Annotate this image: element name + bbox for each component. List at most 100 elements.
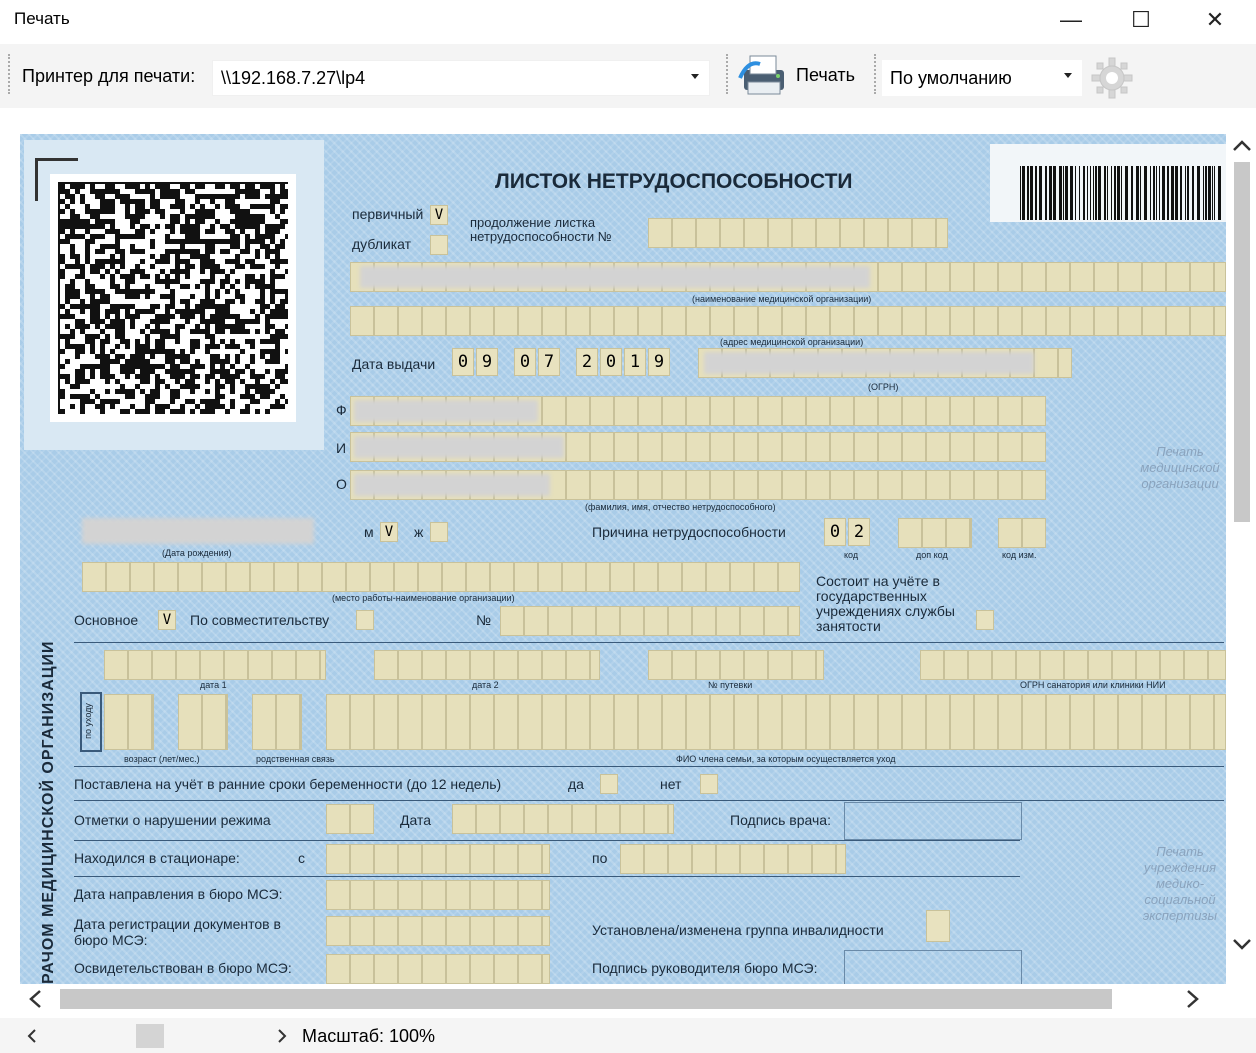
- barcode-panel: [990, 144, 1226, 222]
- continuation-label: продолжение листка нетрудоспособности №: [470, 215, 612, 244]
- issue-date-digit: 0: [452, 348, 474, 376]
- form-title: ЛИСТОК НЕТРУДОСПОСОБНОСТИ: [495, 170, 853, 193]
- redacted-text: [354, 436, 564, 458]
- toolbar-grip[interactable]: [8, 54, 13, 94]
- close-button[interactable]: ✕: [1180, 0, 1250, 40]
- toolbar-grip[interactable]: [874, 54, 879, 94]
- reason-digit: 2: [848, 518, 870, 546]
- maximize-icon: ☐: [1131, 7, 1151, 32]
- violation-date-label: Дата: [400, 812, 432, 828]
- chevron-up-icon[interactable]: [1228, 130, 1256, 160]
- mse-registration-field: [326, 916, 550, 946]
- chevron-left-icon[interactable]: [20, 1024, 44, 1048]
- part-time-label: По совместительству: [190, 612, 330, 628]
- vertical-scrollbar[interactable]: [1228, 130, 1256, 960]
- redacted-birthdate: [82, 518, 314, 544]
- vertical-scroll-thumb[interactable]: [1234, 162, 1250, 522]
- print-preset-select[interactable]: По умолчанию: [882, 60, 1082, 96]
- print-button[interactable]: Печать: [738, 50, 868, 100]
- mse-head-sign-field: [844, 950, 1022, 984]
- horizontal-scroll-thumb[interactable]: [60, 989, 1112, 1009]
- primary-label: первичный: [352, 206, 424, 222]
- hospital-from-label: с: [298, 850, 305, 866]
- care-box: по уходу: [80, 692, 102, 752]
- issue-date-digit: 9: [648, 348, 670, 376]
- mse-direction-field: [326, 880, 550, 910]
- redacted-text: [354, 474, 550, 496]
- stamp-mse: Печать учреждения медико-социальной эксп…: [1142, 844, 1218, 923]
- divider: [74, 800, 1224, 801]
- chevron-down-icon[interactable]: [1228, 930, 1256, 960]
- violation-date-field: [452, 804, 674, 834]
- male-checkbox: V: [380, 522, 398, 542]
- date1-caption: дата 1: [200, 680, 227, 690]
- sanatorium-caption: ОГРН санатория или клиники НИИ: [1020, 680, 1166, 690]
- chevron-left-icon[interactable]: [20, 985, 50, 1013]
- relation-field: [252, 694, 302, 750]
- disability-label: Установлена/изменена группа инвалидности: [592, 922, 884, 938]
- voucher-caption: № путевки: [708, 680, 753, 690]
- issue-date-digit: 2: [576, 348, 598, 376]
- hospital-label: Находился в стационаре:: [74, 850, 240, 866]
- additional-code-field: [898, 518, 972, 548]
- num-label: №: [476, 612, 492, 628]
- dop-kod-caption: доп код: [916, 550, 948, 560]
- minimize-button[interactable]: —: [1036, 0, 1106, 40]
- toolbar-grip[interactable]: [726, 54, 731, 94]
- print-label: Печать: [796, 64, 855, 85]
- mse-registration-label: Дата регистрации документов в бюро МСЭ:: [74, 916, 281, 948]
- workplace-caption: (место работы-наименование организации): [332, 593, 515, 603]
- mse-direction-label: Дата направления в бюро МСЭ:: [74, 886, 283, 902]
- redacted-text: [354, 400, 538, 422]
- issue-date-digit: 0: [600, 348, 622, 376]
- printer-select[interactable]: \\192.168.7.27\lp4: [212, 60, 710, 96]
- duplicate-label: дубликат: [352, 236, 412, 252]
- reason-digit: 0: [824, 518, 846, 546]
- horizontal-scrollbar[interactable]: [20, 985, 1230, 1013]
- birth-caption: (Дата рождения): [162, 548, 232, 558]
- doctor-sign-field: [844, 802, 1022, 840]
- care-label: по уходу: [82, 703, 93, 739]
- mse-head-sign-label: Подпись руководителя бюро МСЭ:: [592, 960, 818, 976]
- no-checkbox: [700, 774, 718, 794]
- male-label: м: [364, 524, 374, 540]
- female-checkbox: [430, 522, 448, 542]
- settings-button[interactable]: [1086, 52, 1138, 104]
- redacted-text: [704, 352, 1034, 374]
- date2-caption: дата 2: [472, 680, 499, 690]
- maximize-button[interactable]: ☐: [1106, 0, 1176, 40]
- violations-label: Отметки о нарушении режима: [74, 812, 271, 828]
- registered-label: Состоит на учёте в государственных учреж…: [816, 573, 955, 634]
- divider: [74, 840, 1020, 841]
- printer-icon: [738, 55, 784, 95]
- doctor-sign-label: Подпись врача:: [730, 812, 831, 828]
- chevron-right-icon[interactable]: [1178, 985, 1208, 1013]
- mse-exam-label: Освидетельствован в бюро МСЭ:: [74, 960, 292, 976]
- title-bar: Печать — ☐ ✕: [0, 0, 1256, 40]
- primary-checkbox: V: [430, 205, 448, 225]
- kod-caption: код: [844, 550, 859, 560]
- yes-label: да: [568, 776, 584, 792]
- patronymic-label: О: [336, 476, 347, 492]
- mse-exam-field: [326, 954, 550, 984]
- status-scroll-thumb[interactable]: [136, 1024, 164, 1048]
- close-icon: ✕: [1205, 7, 1225, 32]
- violation-code-field: [326, 804, 374, 834]
- divider: [74, 766, 1224, 767]
- window-title: Печать: [14, 9, 70, 28]
- chevron-right-icon[interactable]: [270, 1024, 294, 1048]
- issue-date-digit: 0: [514, 348, 536, 376]
- chevron-down-icon: [1064, 73, 1072, 78]
- sanatorium-field: [920, 650, 1226, 680]
- pregnancy-label: Поставлена на учёт в ранние сроки береме…: [74, 776, 502, 792]
- org-address-caption: (адрес медицинской организации): [720, 337, 864, 347]
- hospital-from-field: [326, 844, 550, 874]
- age-field: [178, 694, 228, 750]
- status-bar: Масштаб: 100%: [0, 1018, 1256, 1053]
- age-field: [104, 694, 154, 750]
- stamp-medorg: Печать медицинской организации: [1140, 444, 1220, 491]
- printer-value: \\192.168.7.27\lp4: [221, 67, 366, 88]
- family-caption: ФИО члена семьи, за которым осуществляет…: [676, 754, 896, 764]
- workplace-field: [82, 562, 800, 592]
- age-caption: возраст (лет/мес.): [124, 754, 200, 764]
